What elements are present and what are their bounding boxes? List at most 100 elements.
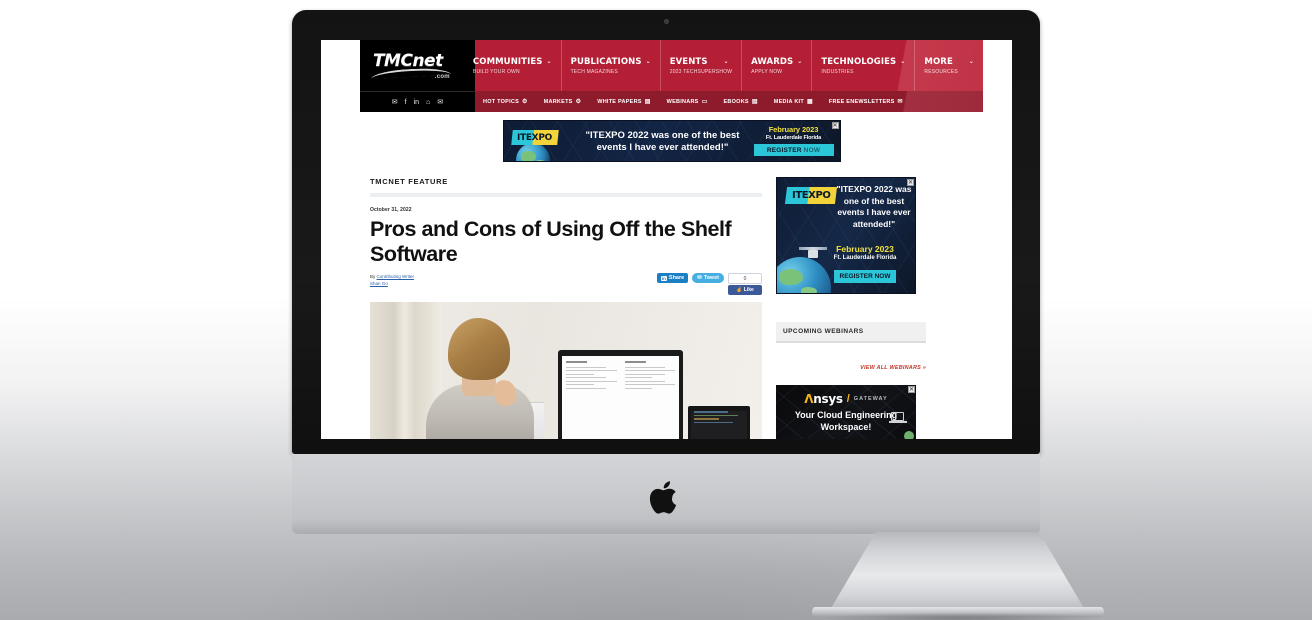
nav-item-technologies[interactable]: TECHNOLOGIES ⌄ INDUSTRIES — [811, 40, 914, 91]
nav-item-more[interactable]: MORE ⌄ RESOURCES — [914, 40, 983, 91]
target-icon: ⚙ — [575, 99, 582, 105]
close-icon[interactable]: ✕ — [908, 386, 915, 393]
chevron-down-icon: ⌄ — [968, 57, 974, 65]
facebook-like-button[interactable]: ☝ Like — [728, 285, 762, 295]
twitter-share-button[interactable]: ✉ Tweet — [692, 273, 724, 283]
subnav-item-free-enewsletters[interactable]: FREE ENEWSLETTERS ✉ — [821, 91, 911, 112]
nav-item-publications[interactable]: PUBLICATIONS ⌄ TECH MAGAZINES — [560, 40, 660, 91]
byline-share-row: By Contributing Writer Shan Go in Share — [370, 273, 762, 295]
linkedin-share-button[interactable]: in Share — [656, 273, 689, 283]
byline-prefix: By — [370, 274, 376, 279]
chevron-down-icon: ⌄ — [645, 57, 651, 65]
page-title: Pros and Cons of Using Off the Shelf Sof… — [370, 217, 732, 266]
photo-person — [422, 318, 534, 439]
ad-date: February 2023 — [836, 244, 894, 254]
ansys-product: GATEWAY — [853, 396, 888, 402]
site-logo[interactable]: TMCnet .com — [360, 40, 464, 91]
close-icon[interactable]: ✕ — [831, 122, 839, 129]
social-links: ✉ f in ⌂ ✉ — [360, 91, 475, 112]
cta-dim: NOW — [803, 146, 821, 154]
byline: By Contributing Writer Shan Go — [370, 273, 414, 287]
subnav-label: EBOOKS — [723, 98, 749, 105]
nav-label: AWARDS — [751, 56, 794, 67]
ansys-brand-text: nsys — [813, 392, 843, 406]
chevron-down-icon: ⌄ — [723, 57, 729, 65]
itexpo-logo: ITEXPO — [784, 187, 838, 204]
cta-strong: REGISTER — [766, 146, 802, 154]
imac-stand-shadow — [762, 610, 1162, 620]
subnav-label: MARKETS — [543, 98, 573, 105]
ansys-brand: Λnsys / GATEWAY — [776, 392, 916, 406]
subnav-item-media-kit[interactable]: MEDIA KIT ▦ — [766, 91, 821, 112]
decorative-dot-icon — [904, 431, 914, 439]
view-all-webinars-link[interactable]: VIEW ALL WEBINARS » — [776, 365, 926, 371]
twitter-icon[interactable]: ✉ — [392, 99, 398, 106]
nav-sublabel: APPLY NOW — [751, 68, 783, 75]
primary-nav-row: TMCnet .com COMMUNITIES⌄ BUILD YOUR OWN — [360, 40, 983, 91]
subnav-item-white-papers[interactable]: WHITE PAPERS ▤ — [589, 91, 658, 112]
leaderboard-ad[interactable]: ITEXPO "ITEXPO 2022 was one of the best … — [502, 120, 841, 162]
email-icon[interactable]: ✉ — [437, 99, 443, 106]
close-icon[interactable]: ✕ — [907, 179, 914, 186]
site-header: TMCnet .com COMMUNITIES⌄ BUILD YOUR OWN — [360, 40, 983, 112]
leaderboard-ad-slot: ITEXPO "ITEXPO 2022 was one of the best … — [360, 112, 983, 168]
envelope-icon: ✉ — [897, 99, 903, 105]
byline-secondary-link[interactable]: Shan Go — [370, 281, 388, 286]
facebook-like-widget: 0 ☝ Like — [728, 273, 762, 295]
twitter-icon: ✉ — [697, 275, 702, 281]
panel-heading: UPCOMING WEBINARS — [776, 322, 926, 343]
nav-item-events[interactable]: EVENTS ⌄ 2023 TECHSUPERSHOW — [659, 40, 741, 91]
webpage: TMCnet .com COMMUNITIES⌄ BUILD YOUR OWN — [360, 40, 983, 439]
facebook-icon[interactable]: f — [405, 99, 407, 106]
server-icon — [889, 412, 907, 423]
subnav-item-hot-topics[interactable]: HOT TOPICS ⚙ — [475, 91, 536, 112]
ad-quote: "ITEXPO 2022 was one of the best events … — [585, 130, 740, 153]
register-now-button[interactable]: REGISTER NOW — [834, 270, 896, 283]
linkedin-icon[interactable]: in — [414, 99, 419, 106]
primary-nav: COMMUNITIES ⌄ BUILD YOUR OWN PUBLICATIONS… — [464, 40, 983, 91]
article-date: October 31, 2022 — [370, 207, 412, 213]
monitor-bezel: TMCnet .com COMMUNITIES⌄ BUILD YOUR OWN — [292, 10, 1040, 454]
subnav-item-webinars[interactable]: WEBINARS ▭ — [659, 91, 716, 112]
subnav-item-markets[interactable]: MARKETS ⚙ — [536, 91, 590, 112]
sidebar-ansys-ad[interactable]: Λnsys / GATEWAY Your Cloud Engineering W… — [776, 385, 916, 439]
ad-quote: "ITEXPO 2022 was one of the best events … — [836, 184, 912, 229]
register-now-button[interactable]: REGISTER NOW — [753, 144, 834, 156]
page-content: TMCNET FEATURE October 31, 2022 Pros and… — [360, 168, 983, 439]
subnav-label: WEBINARS — [666, 98, 699, 105]
nav-sublabel: BUILD YOUR OWN — [472, 68, 520, 75]
nav-sublabel: INDUSTRIES — [821, 68, 854, 75]
nav-sublabel: 2023 TECHSUPERSHOW — [669, 68, 733, 75]
rss-icon[interactable]: ⌂ — [426, 99, 430, 106]
section-label: TMCNET FEATURE — [370, 177, 448, 186]
nav-label: TECHNOLOGIES — [821, 56, 897, 67]
logo-text: TMCnet — [372, 50, 443, 71]
share-buttons: in Share ✉ Tweet 0 ☝ Like — [656, 273, 762, 295]
subnav-item-ebooks[interactable]: EBOOKS ▤ — [716, 91, 766, 112]
article-column: TMCNET FEATURE October 31, 2022 Pros and… — [370, 168, 762, 439]
nav-sublabel: RESOURCES — [924, 68, 958, 75]
logo-domain: .com — [434, 73, 450, 80]
ansys-lambda-icon: Λ — [804, 392, 814, 406]
photo-laptop-right — [688, 406, 750, 439]
sidebar-itexpo-ad[interactable]: ITEXPO "ITEXPO 2022 was one of the best … — [776, 177, 916, 294]
divider — [370, 193, 762, 197]
itexpo-logo: ITEXPO — [510, 130, 559, 145]
subnav-label: MEDIA KIT — [773, 98, 804, 105]
imac-device: TMCnet .com COMMUNITIES⌄ BUILD YOUR OWN — [292, 10, 1162, 620]
nav-label: EVENTS — [669, 56, 708, 67]
thumbs-up-icon: ☝ — [736, 287, 743, 293]
slash-divider: / — [846, 393, 850, 405]
linkedin-icon: in — [660, 275, 667, 281]
ad-details: February 2023 Ft. Lauderdale Florida REG… — [753, 125, 834, 156]
target-icon: ⚙ — [522, 99, 528, 105]
linkedin-share-label: Share — [668, 275, 685, 281]
chevron-down-icon: ⌄ — [546, 57, 552, 65]
byline-author-link[interactable]: Contributing Writer — [377, 274, 414, 279]
chevron-down-icon: ⌄ — [797, 57, 803, 65]
monitor-screen: TMCnet .com COMMUNITIES⌄ BUILD YOUR OWN — [321, 40, 1012, 439]
calendar-icon: ▦ — [806, 99, 813, 105]
ad-date: February 2023 — [768, 125, 819, 134]
nav-item-awards[interactable]: AWARDS ⌄ APPLY NOW — [741, 40, 811, 91]
nav-item-communities[interactable]: COMMUNITIES ⌄ BUILD YOUR OWN — [464, 40, 561, 91]
